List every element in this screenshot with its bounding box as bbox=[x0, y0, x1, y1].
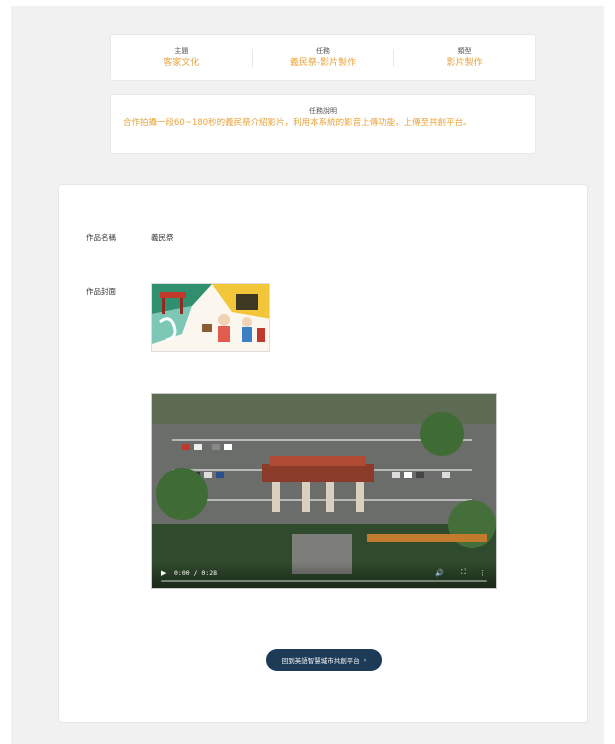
theme-column: 主題 客家文化 bbox=[111, 35, 252, 80]
fullscreen-icon[interactable]: ⛶ bbox=[461, 568, 466, 577]
video-controls: ▶ 0:00 / 0:28 🔊 ⛶ ⋮ bbox=[152, 562, 496, 588]
type-value: 影片製作 bbox=[446, 57, 483, 68]
type-column: 類型 影片製作 bbox=[394, 35, 535, 80]
play-icon[interactable]: ▶ bbox=[161, 569, 166, 577]
type-label: 類型 bbox=[457, 46, 472, 55]
task-label: 任務 bbox=[316, 46, 330, 55]
back-to-platform-button[interactable]: 回到英語智慧城市共創平台 › bbox=[266, 649, 382, 671]
theme-value: 客家文化 bbox=[163, 57, 200, 68]
task-description-card: 任務說明 合作拍攝一段60~180秒的義民祭介紹影片，利用本系統的影音上傳功能，… bbox=[110, 94, 536, 154]
video-player[interactable]: ▶ 0:00 / 0:28 🔊 ⛶ ⋮ bbox=[151, 393, 497, 589]
theme-label: 主題 bbox=[174, 46, 189, 55]
work-detail-card: 作品名稱 義民祭 作品封面 ▶ 0:00 / 0:28 🔊 ⛶ ⋮ 回到英語智慧… bbox=[58, 184, 588, 723]
task-description-text: 合作拍攝一段60~180秒的義民祭介紹影片，利用本系統的影音上傳功能，上傳至共創… bbox=[123, 118, 472, 128]
video-progress-bar[interactable] bbox=[161, 580, 487, 582]
cover-image bbox=[151, 283, 270, 352]
work-name-label: 作品名稱 bbox=[86, 233, 116, 242]
task-column: 任務 義民祭-影片製作 bbox=[253, 35, 394, 80]
back-to-platform-label: 回到英語智慧城市共創平台 bbox=[281, 657, 360, 665]
task-description-label: 任務說明 bbox=[309, 107, 337, 115]
work-name-value: 義民祭 bbox=[151, 233, 174, 242]
volume-icon[interactable]: 🔊 bbox=[435, 569, 444, 577]
task-info-card: 主題 客家文化 任務 義民祭-影片製作 類型 影片製作 bbox=[110, 34, 536, 81]
video-time: 0:00 / 0:28 bbox=[174, 569, 218, 577]
more-options-icon[interactable]: ⋮ bbox=[479, 569, 486, 577]
task-value: 義民祭-影片製作 bbox=[289, 57, 357, 68]
video-frame bbox=[152, 394, 496, 588]
chevron-right-icon: › bbox=[363, 656, 367, 664]
work-cover-label: 作品封面 bbox=[86, 287, 116, 296]
cover-illustration bbox=[152, 284, 269, 351]
